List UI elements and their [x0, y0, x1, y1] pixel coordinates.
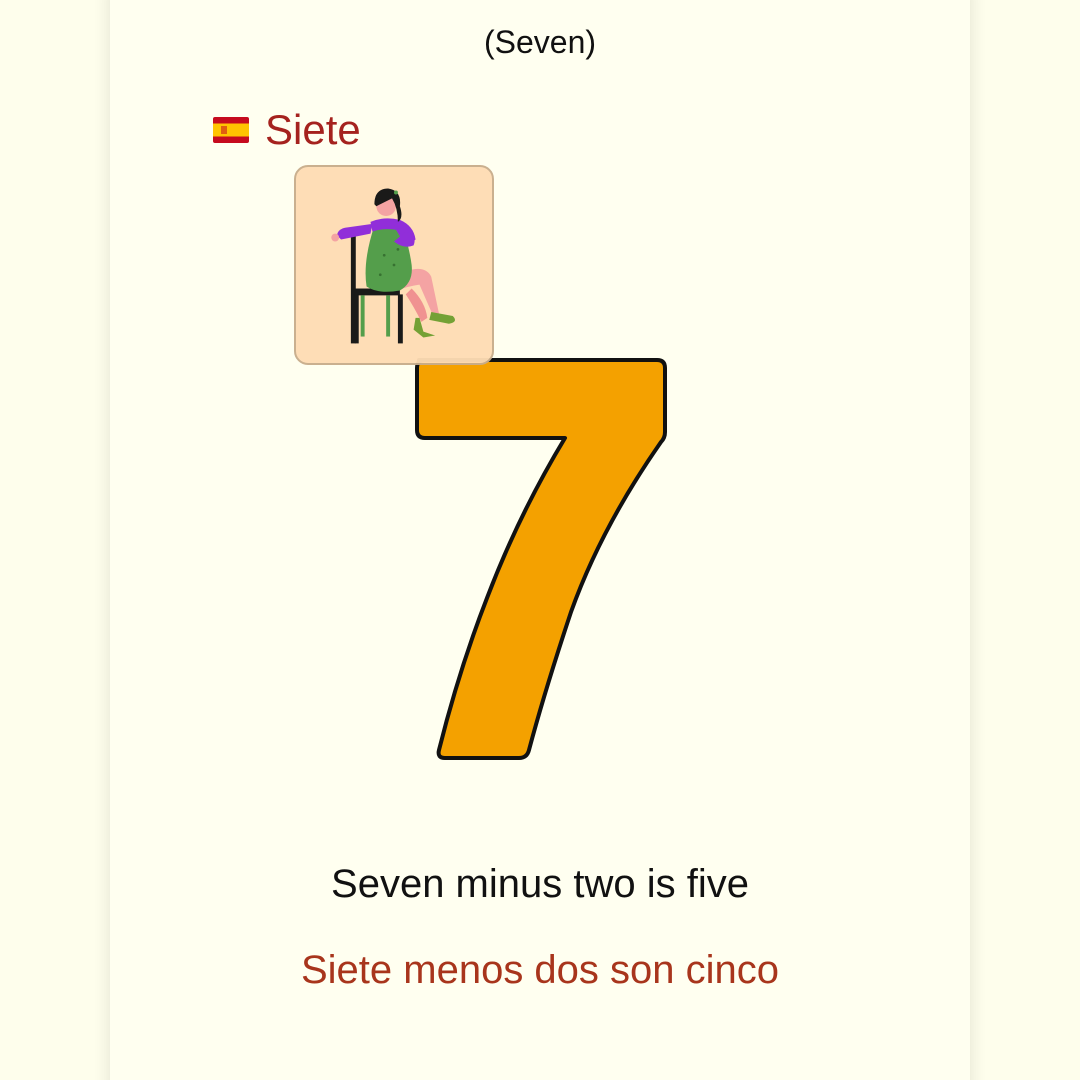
page: (Seven) Siete Seven minus two is five Si…: [0, 0, 1080, 1080]
spain-flag-icon: [213, 117, 249, 143]
english-word-title: (Seven): [483, 24, 597, 60]
spanish-word: Siete: [265, 106, 361, 153]
illustration-card: [294, 165, 494, 365]
spanish-sentence: Siete menos dos son cinco: [300, 948, 780, 992]
spanish-word-row: Siete: [213, 104, 361, 156]
english-sentence: Seven minus two is five: [331, 862, 749, 906]
numeral-seven: [415, 358, 667, 760]
girl-sitting-on-chair-illustration: [331, 188, 456, 344]
